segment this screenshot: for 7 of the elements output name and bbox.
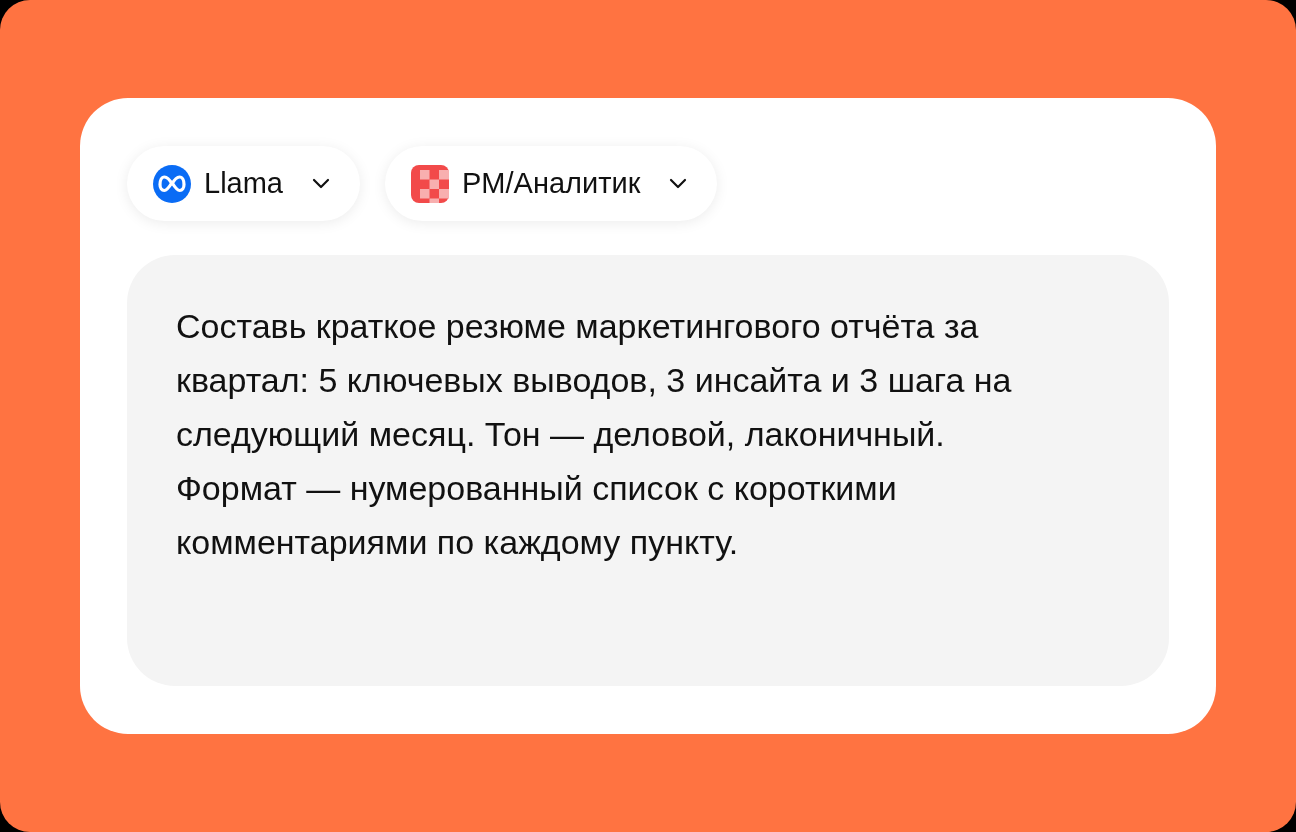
prompt-field[interactable]: Составь краткое резюме маркетингового отчёта за квартал: 5 ключевых выводов, 3 инсайта и 3 шага на следующий месяц. Тон — деловой, лаконичный. Формат — нумерованный список с короткими комментариями по каждому пункту. (127, 255, 1169, 686)
chevron-down-icon (312, 178, 330, 189)
chevron-down-icon (669, 178, 688, 189)
checkered-square-icon (411, 164, 449, 203)
dropdown-selector[interactable]: PM/Аналитик (385, 146, 718, 221)
dropdown-selector[interactable]: Llama (127, 146, 360, 221)
infinity-logo-icon (153, 164, 191, 203)
